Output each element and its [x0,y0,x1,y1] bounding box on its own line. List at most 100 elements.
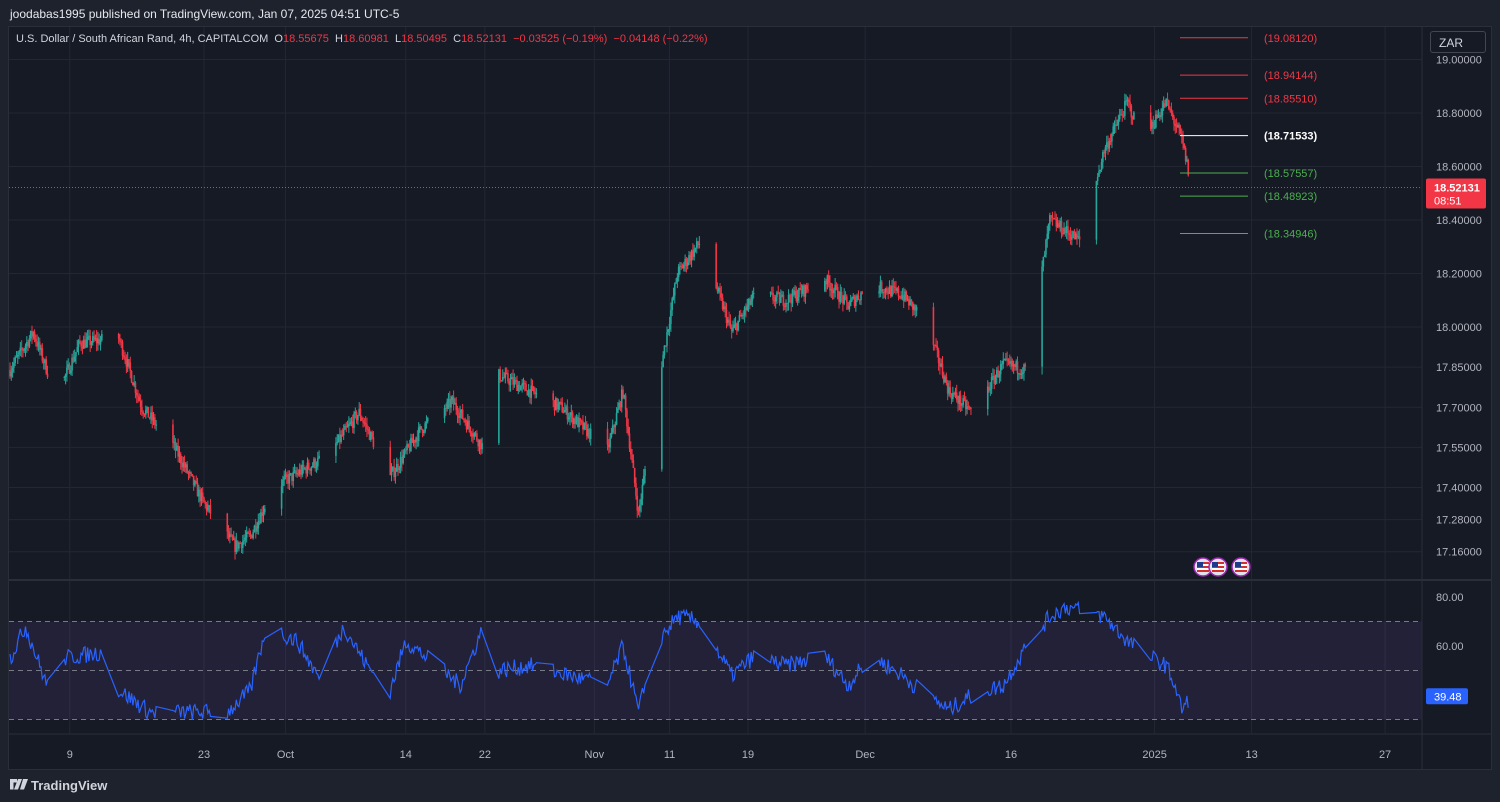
candle-body [1153,127,1156,129]
candle-body [1001,363,1003,365]
price-level-label: (18.71533) [1264,131,1318,143]
candle-body [693,249,695,257]
candle-body [1127,99,1130,102]
candle-body [145,409,147,415]
candle-body [302,464,305,469]
candle-body [640,498,642,505]
candle-body [472,436,474,438]
candle-body [90,342,93,345]
candle-body [1170,109,1173,114]
candle-body [336,441,339,444]
candle-body [1130,105,1133,118]
candle-body [751,293,754,301]
candle-body [637,510,640,512]
candle-body [531,385,534,387]
candle-body [101,334,103,341]
candle-body [461,409,464,419]
candle-body [142,411,145,414]
candle-body [14,357,16,363]
candle-body [1060,220,1063,234]
price-chart[interactable]: (19.08120) (18.94144) (18.85510) (18.71533)… [0,0,1500,802]
candle-body [1117,119,1120,125]
event-markers[interactable] [1193,557,1251,577]
change-value-2: −0.04148 (−0.22%) [613,33,708,45]
tradingview-logo-icon[interactable] [10,779,28,793]
last-price-value: 18.52131 [1434,183,1480,195]
candle-body [733,324,736,328]
candle-body [1068,233,1071,235]
candle-body [476,433,478,441]
candle-body [1184,147,1187,162]
candle-body [285,474,288,478]
rsi-value-label: 39.48 [1434,691,1462,703]
symbol-title[interactable]: U.S. Dollar / South African Rand, 4h, CA… [16,33,268,45]
price-level-label: (18.48923) [1264,191,1317,203]
candle-body [186,464,188,473]
candle-body [845,296,848,303]
candle-body [201,492,204,498]
candle-body [154,417,156,425]
candle-body [746,305,748,311]
candle-body [945,376,948,384]
candle-body [423,431,425,434]
candle-body [1003,359,1006,361]
candle-body [33,332,36,339]
candle-body [564,409,566,413]
candle-body [970,408,972,410]
candle-body [671,298,673,311]
candle-body [860,292,862,301]
candle-body [566,406,569,420]
candle-body [364,423,367,425]
candle-body [507,373,509,382]
candle-body [1100,162,1103,171]
candle-body [23,349,26,351]
candle-body [307,462,310,469]
candle-body [523,383,526,385]
candle-body [672,295,675,299]
us-flag-event-icon[interactable] [1231,557,1251,577]
candle-body [968,407,971,409]
candle-body [935,344,937,347]
candle-body [557,403,560,410]
candle-body [1098,171,1100,177]
candle-body [886,288,888,293]
candle-body [729,320,732,328]
currency-button[interactable]: ZAR [1430,31,1486,53]
candle-body [1078,236,1081,240]
candle-body [80,342,82,347]
brand-name[interactable]: TradingView [31,778,107,793]
candle-body [1173,117,1175,124]
candle-body [961,404,963,406]
candle-body [1007,359,1010,362]
high-value: 18.60981 [342,33,389,45]
candle-body [247,532,249,534]
time-axis-label: 27 [1379,749,1391,761]
candle-body [207,507,209,511]
rsi-band [9,621,1422,720]
candle-body [955,392,958,400]
candle-body [1041,266,1043,367]
candle-body [1112,126,1115,135]
candle-body [1116,124,1118,126]
candle-body [13,362,15,368]
flag-canton [1197,562,1203,567]
candle-body [661,367,663,470]
candle-body [807,289,809,291]
candle-body [1099,170,1102,172]
candle-body [796,297,799,301]
candle-body [464,420,467,423]
candle-body [1168,100,1170,109]
candle-body [24,345,27,350]
candle-body [1166,98,1169,101]
time-axis-label: Dec [855,749,875,761]
open-value: 18.55675 [282,33,329,45]
price-level-label: (18.94144) [1264,70,1317,82]
candle-body [420,426,423,430]
candle-body [1121,114,1124,116]
candle-body [426,418,429,422]
candle-body [1102,152,1104,163]
candle-body [443,407,446,419]
candle-body [463,418,465,421]
us-flag-event-icon[interactable] [1208,557,1228,577]
candle-body [849,300,852,306]
